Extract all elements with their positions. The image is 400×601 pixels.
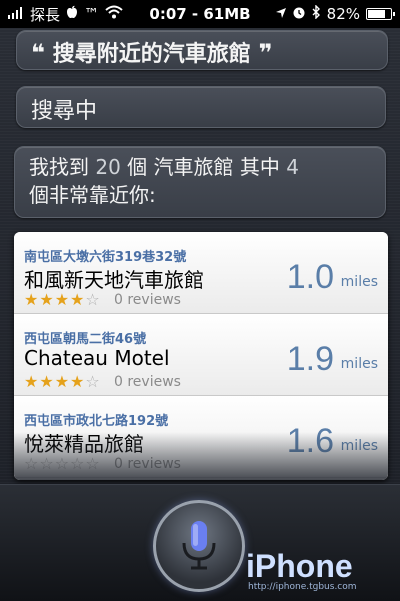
star-filled-icon: ★: [39, 290, 55, 309]
star-filled-icon: ★: [70, 372, 86, 391]
result-reviews: 0 reviews: [114, 456, 181, 472]
watermark-logo: iPhone: [246, 548, 353, 584]
status-left: 探長 ™: [8, 4, 123, 25]
star-empty-icon: ☆: [54, 454, 71, 473]
star-filled-icon: ★: [39, 372, 55, 391]
result-distance: 1.6: [286, 422, 334, 460]
battery-icon: [366, 8, 395, 20]
battery-level: [368, 10, 386, 18]
results-card: 南屯區大墩六街319巷32號 和風新天地汽車旅館 ★★★★☆ 0 reviews…: [14, 232, 388, 480]
result-address: 西屯區朝馬二街46號: [24, 332, 147, 347]
star-empty-icon: ☆: [85, 372, 101, 391]
star-filled-icon: ★: [70, 290, 86, 309]
distance-unit: miles: [340, 274, 378, 290]
open-quote-icon: ❝: [31, 39, 46, 67]
result-count: 20: [95, 155, 121, 179]
result-row[interactable]: 南屯區大墩六街319巷32號 和風新天地汽車旅館 ★★★★☆ 0 reviews…: [14, 232, 388, 314]
watermark-url: http://iphone.tgbus.com: [248, 582, 357, 592]
result-row[interactable]: 西屯區朝馬二街46號 Chateau Motel ★★★★☆ 0 reviews…: [14, 314, 388, 396]
bluetooth-icon: [311, 4, 321, 23]
microphone-icon: [156, 521, 242, 593]
clock-icon: [293, 5, 305, 23]
star-filled-icon: ★: [54, 372, 71, 391]
result-name: Chateau Motel: [24, 346, 170, 370]
answer-line-2: 個非常靠近你:: [29, 183, 156, 207]
star-empty-icon: ☆: [24, 454, 40, 473]
answer-mid: 個 汽車旅館 其中: [127, 155, 280, 179]
battery-percent: 82%: [326, 5, 360, 23]
near-count: 4: [286, 155, 299, 179]
result-distance: 1.9: [286, 340, 334, 378]
carrier-name: 探長: [30, 5, 61, 24]
star-filled-icon: ★: [24, 290, 40, 309]
result-distance: 1.0: [286, 258, 334, 296]
siri-status-text: 搜尋中: [31, 99, 98, 124]
close-quote-icon: ❞: [258, 39, 273, 67]
result-name: 和風新天地汽車旅館: [24, 268, 204, 292]
user-query-bubble: ❝ 搜尋附近的汽車旅館 ❞: [16, 30, 388, 70]
rating-stars: ☆☆☆☆☆: [24, 454, 101, 473]
watermark: iPhone http://iphone.tgbus.com: [246, 548, 386, 594]
result-reviews: 0 reviews: [114, 292, 181, 308]
result-name: 悅萊精品旅館: [24, 432, 144, 456]
siri-status-bubble: 搜尋中: [16, 86, 386, 128]
rating-stars: ★★★★☆: [24, 372, 101, 391]
rating-stars: ★★★★☆: [24, 290, 101, 309]
distance-unit: miles: [340, 356, 378, 372]
answer-line-1: 我找到 20 個 汽車旅館 其中 4: [29, 153, 371, 181]
status-right: 82%: [275, 4, 395, 23]
result-address: 南屯區大墩六街319巷32號: [24, 250, 187, 265]
star-empty-icon: ☆: [70, 454, 86, 473]
siri-answer-bubble: 我找到 20 個 汽車旅館 其中 4 個非常靠近你:: [14, 146, 386, 218]
star-filled-icon: ★: [54, 290, 71, 309]
answer-prefix: 我找到: [29, 155, 89, 179]
result-row[interactable]: 西屯區市政北七路192號 悅萊精品旅館 ☆☆☆☆☆ 0 reviews 1.6 …: [14, 396, 388, 478]
apple-icon: [66, 5, 78, 23]
status-bar: 探長 ™ 0:07 - 61MB 82%: [0, 0, 400, 28]
signal-icon: [8, 5, 24, 23]
star-filled-icon: ★: [24, 372, 40, 391]
user-query-text: 搜尋附近的汽車旅館: [52, 42, 251, 67]
star-empty-icon: ☆: [85, 454, 101, 473]
result-reviews: 0 reviews: [114, 374, 181, 390]
distance-unit: miles: [340, 438, 378, 454]
star-empty-icon: ☆: [39, 454, 55, 473]
star-empty-icon: ☆: [85, 290, 101, 309]
microphone-button[interactable]: [153, 500, 245, 592]
wifi-icon: [105, 5, 123, 23]
location-arrow-icon: [275, 5, 287, 23]
result-address: 西屯區市政北七路192號: [24, 414, 169, 429]
carrier-suffix: ™: [84, 5, 100, 23]
